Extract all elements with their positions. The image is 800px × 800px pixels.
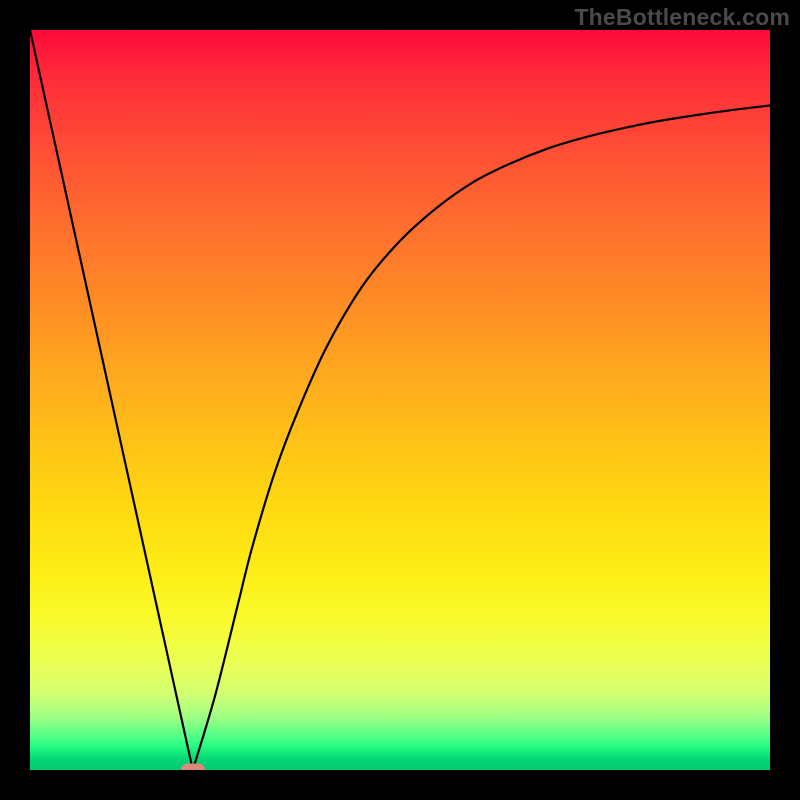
minimum-marker [181, 764, 205, 771]
curve-path [30, 30, 770, 770]
plot-area [30, 30, 770, 770]
chart-container: TheBottleneck.com [0, 0, 800, 800]
bottleneck-curve [30, 30, 770, 770]
watermark-text: TheBottleneck.com [574, 4, 790, 31]
